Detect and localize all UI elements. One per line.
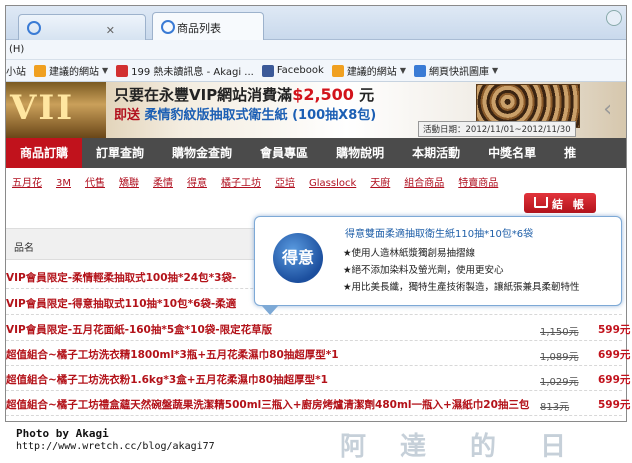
nav-item[interactable]: 購物金查詢 (158, 138, 246, 168)
table-row[interactable]: 超值組合~橘子工坊洗衣粉1.6kg*3盒+五月花柔濕巾80抽超厚型*1 1,029… (6, 367, 630, 391)
chevron-down-icon[interactable]: ▼ (492, 66, 498, 75)
brand-link[interactable]: 特賣商品 (458, 174, 498, 189)
brand-link[interactable]: 柔情 (153, 174, 173, 189)
brand-link[interactable]: 3M (56, 178, 71, 189)
sale-price: 599元 (598, 324, 631, 336)
brand-link[interactable]: 亞培 (275, 174, 295, 189)
close-icon[interactable]: ✕ (106, 24, 115, 37)
ie-icon (27, 21, 41, 35)
brand-link[interactable]: 天廚 (370, 174, 390, 189)
product-name[interactable]: VIP會員限定-五月花面紙-160抽*5盒*10袋-限定花草版 (6, 322, 272, 337)
brand-link[interactable]: 五月花 (12, 174, 42, 189)
nav-item[interactable]: 訂單查詢 (82, 138, 158, 168)
favorite-icon (261, 64, 274, 77)
original-price: 1,029元 (540, 377, 579, 388)
tab-product-list[interactable]: 商品列表 (152, 12, 264, 40)
watermark-logo: 阿 達 的 日 (340, 432, 567, 462)
favorite-icon (413, 64, 426, 77)
checkout-button[interactable]: 結 帳 (524, 193, 596, 213)
product-name[interactable]: VIP會員限定-得意抽取式110抽*10包*6袋-柔適 (6, 296, 236, 311)
menu-bar: (H) (6, 40, 626, 60)
photo-by: Photo by Akagi (16, 427, 109, 440)
product-name[interactable]: 超值組合~橘子工坊洗衣粉1.6kg*3盒+五月花柔濕巾80抽超厚型*1 (6, 372, 328, 387)
tooltip-bullet: ★使用人造林紙漿獨創易抽摺線 (343, 248, 476, 259)
chevron-down-icon[interactable]: ▼ (400, 66, 406, 75)
original-price: 1,089元 (540, 352, 579, 363)
favorite-item[interactable]: 建議的網站 ▼ (331, 63, 406, 78)
favorite-label: 建議的網站 (49, 67, 99, 78)
sale-price: 699元 (598, 349, 631, 361)
favorite-item[interactable]: Facebook (261, 64, 324, 77)
tooltip-title: 得意雙面柔適抽取衛生紙110抽*10包*6袋 (345, 229, 534, 240)
window-control-icon[interactable] (606, 10, 622, 26)
favorite-icon (331, 64, 344, 77)
banner-detail: (100抽X8包) (292, 108, 377, 123)
sale-price: 599元 (598, 399, 631, 411)
product-name[interactable]: 超值組合~橘子工坊洗衣精1800ml*3瓶+五月花柔濕巾80抽超厚型*1 (6, 347, 339, 362)
banner-subline: 即送 柔情豹紋版抽取式衛生紙 (100抽X8包) (114, 104, 376, 123)
favorite-item[interactable]: 小站 (6, 63, 26, 78)
favorite-item[interactable]: 199 熱未讀訊息 - Akagi ... (116, 63, 254, 78)
brand-link[interactable]: 矯聯 (119, 174, 139, 189)
brand-link[interactable]: 得意 (187, 174, 207, 189)
brand-link[interactable]: 橘子工坊 (221, 174, 261, 189)
checkout-label: 結 帳 (552, 198, 587, 211)
tooltip-bullet: ★用比美長纖，獨特生產技術製造，讓紙張兼具柔韌特性 (343, 282, 580, 293)
banner-product: 柔情豹紋版抽取式衛生紙 (144, 108, 288, 123)
nav-item[interactable]: 推 (550, 138, 590, 168)
table-row[interactable]: 超值組合~橘子工坊禮盒蘊天然碗盤蔬果洗潔精500ml三瓶入+廚房烤爐清潔劑480… (6, 392, 630, 416)
main-nav: 商品訂購 訂單查詢 購物金查詢 會員專區 購物說明 本期活動 中獎名單推 (6, 138, 626, 168)
brand-link[interactable]: 代售 (85, 174, 105, 189)
nav-item[interactable]: 本期活動 (398, 138, 474, 168)
menu-help[interactable]: (H) (9, 44, 24, 55)
nav-item[interactable]: 會員專區 (246, 138, 322, 168)
product-name[interactable]: VIP會員限定-柔情輕柔抽取式100抽*24包*3袋- (6, 270, 236, 285)
banner-subline-prefix: 即送 (114, 108, 141, 123)
chevron-left-icon[interactable]: ‹ (603, 97, 612, 122)
original-price: 1,150元 (540, 327, 579, 338)
banner-amount: $2,500 (292, 85, 354, 104)
chevron-down-icon[interactable]: ▼ (102, 66, 108, 75)
tooltip-pointer (262, 306, 278, 315)
brand-link[interactable]: Glasslock (309, 178, 356, 189)
favorite-label: 小站 (6, 67, 26, 78)
tooltip-bullet: ★絕不添加染料及螢光劑，使用更安心 (343, 265, 504, 276)
original-price: 813元 (540, 402, 570, 413)
favorite-icon (34, 64, 46, 77)
favorites-bar: 小站 建議的網站 ▼ 199 熱未讀訊息 - Akagi ... Facebook 建議的… (6, 60, 626, 82)
favorite-label: 建議的網站 (346, 67, 397, 78)
favorite-icon (116, 64, 129, 77)
cart-icon (534, 197, 548, 208)
nav-item[interactable]: 商品訂購 (6, 138, 83, 168)
nav-item[interactable]: 中獎名單 (474, 138, 550, 168)
table-row[interactable]: 超值組合~橘子工坊洗衣精1800ml*3瓶+五月花柔濕巾80抽超厚型*1 1,08… (6, 342, 630, 366)
ie-icon (161, 20, 175, 34)
product-name[interactable]: 超值組合~橘子工坊禮盒蘊天然碗盤蔬果洗潔精500ml三瓶入+廚房烤爐清潔劑480… (6, 397, 529, 412)
sale-price: 699元 (598, 374, 631, 386)
banner-headline-prefix: 只要在永豐VIP網站消費滿 (114, 86, 293, 104)
favorite-label: Facebook (276, 65, 324, 76)
table-row[interactable]: VIP會員限定-五月花面紙-160抽*5盒*10袋-限定花草版 1,150元 599… (6, 317, 630, 341)
favorite-label: 199 熱未讀訊息 - Akagi ... (131, 67, 254, 78)
tab-bar: ✕ 商品列表 (6, 6, 626, 40)
tab-product-list-label: 商品列表 (177, 22, 221, 35)
promo-banner[interactable]: VII 只要在永豐VIP網站消費滿$2,500 元 即送 柔情豹紋版抽取式衛生紙… (6, 82, 626, 138)
brand-link[interactable]: 組合商品 (404, 174, 444, 189)
brand-nav: 五月花 3M 代售 矯聯 柔情 得意 橘子工坊 亞培 Glasslock 天廚 組合商品 特賣商品 (6, 168, 626, 195)
banner-headline: 只要在永豐VIP網站消費滿$2,500 元 (114, 84, 374, 105)
favorite-item[interactable]: 建議的網站 ▼ (34, 63, 108, 78)
column-name: 品名 (14, 243, 34, 254)
banner-headline-suffix: 元 (359, 86, 375, 104)
tab-blank[interactable]: ✕ (18, 14, 146, 40)
favorite-label: 網頁快訊圖庫 (428, 67, 489, 78)
product-tooltip: 得意 得意雙面柔適抽取衛生紙110抽*10包*6袋 ★使用人造林紙漿獨創易抽摺線… (254, 216, 622, 306)
favorite-item[interactable]: 網頁快訊圖庫 ▼ (413, 63, 498, 78)
photo-credit: Photo by Akagi http://www.wretch.cc/blog… (0, 424, 632, 462)
banner-date: 活動日期：2012/11/01~2012/11/30 (418, 121, 576, 137)
photo-url: http://www.wretch.cc/blog/akagi77 (16, 441, 215, 452)
deyi-logo: 得意 (273, 233, 323, 283)
nav-item[interactable]: 購物說明 (322, 138, 398, 168)
vip-emblem: VII (6, 82, 106, 138)
